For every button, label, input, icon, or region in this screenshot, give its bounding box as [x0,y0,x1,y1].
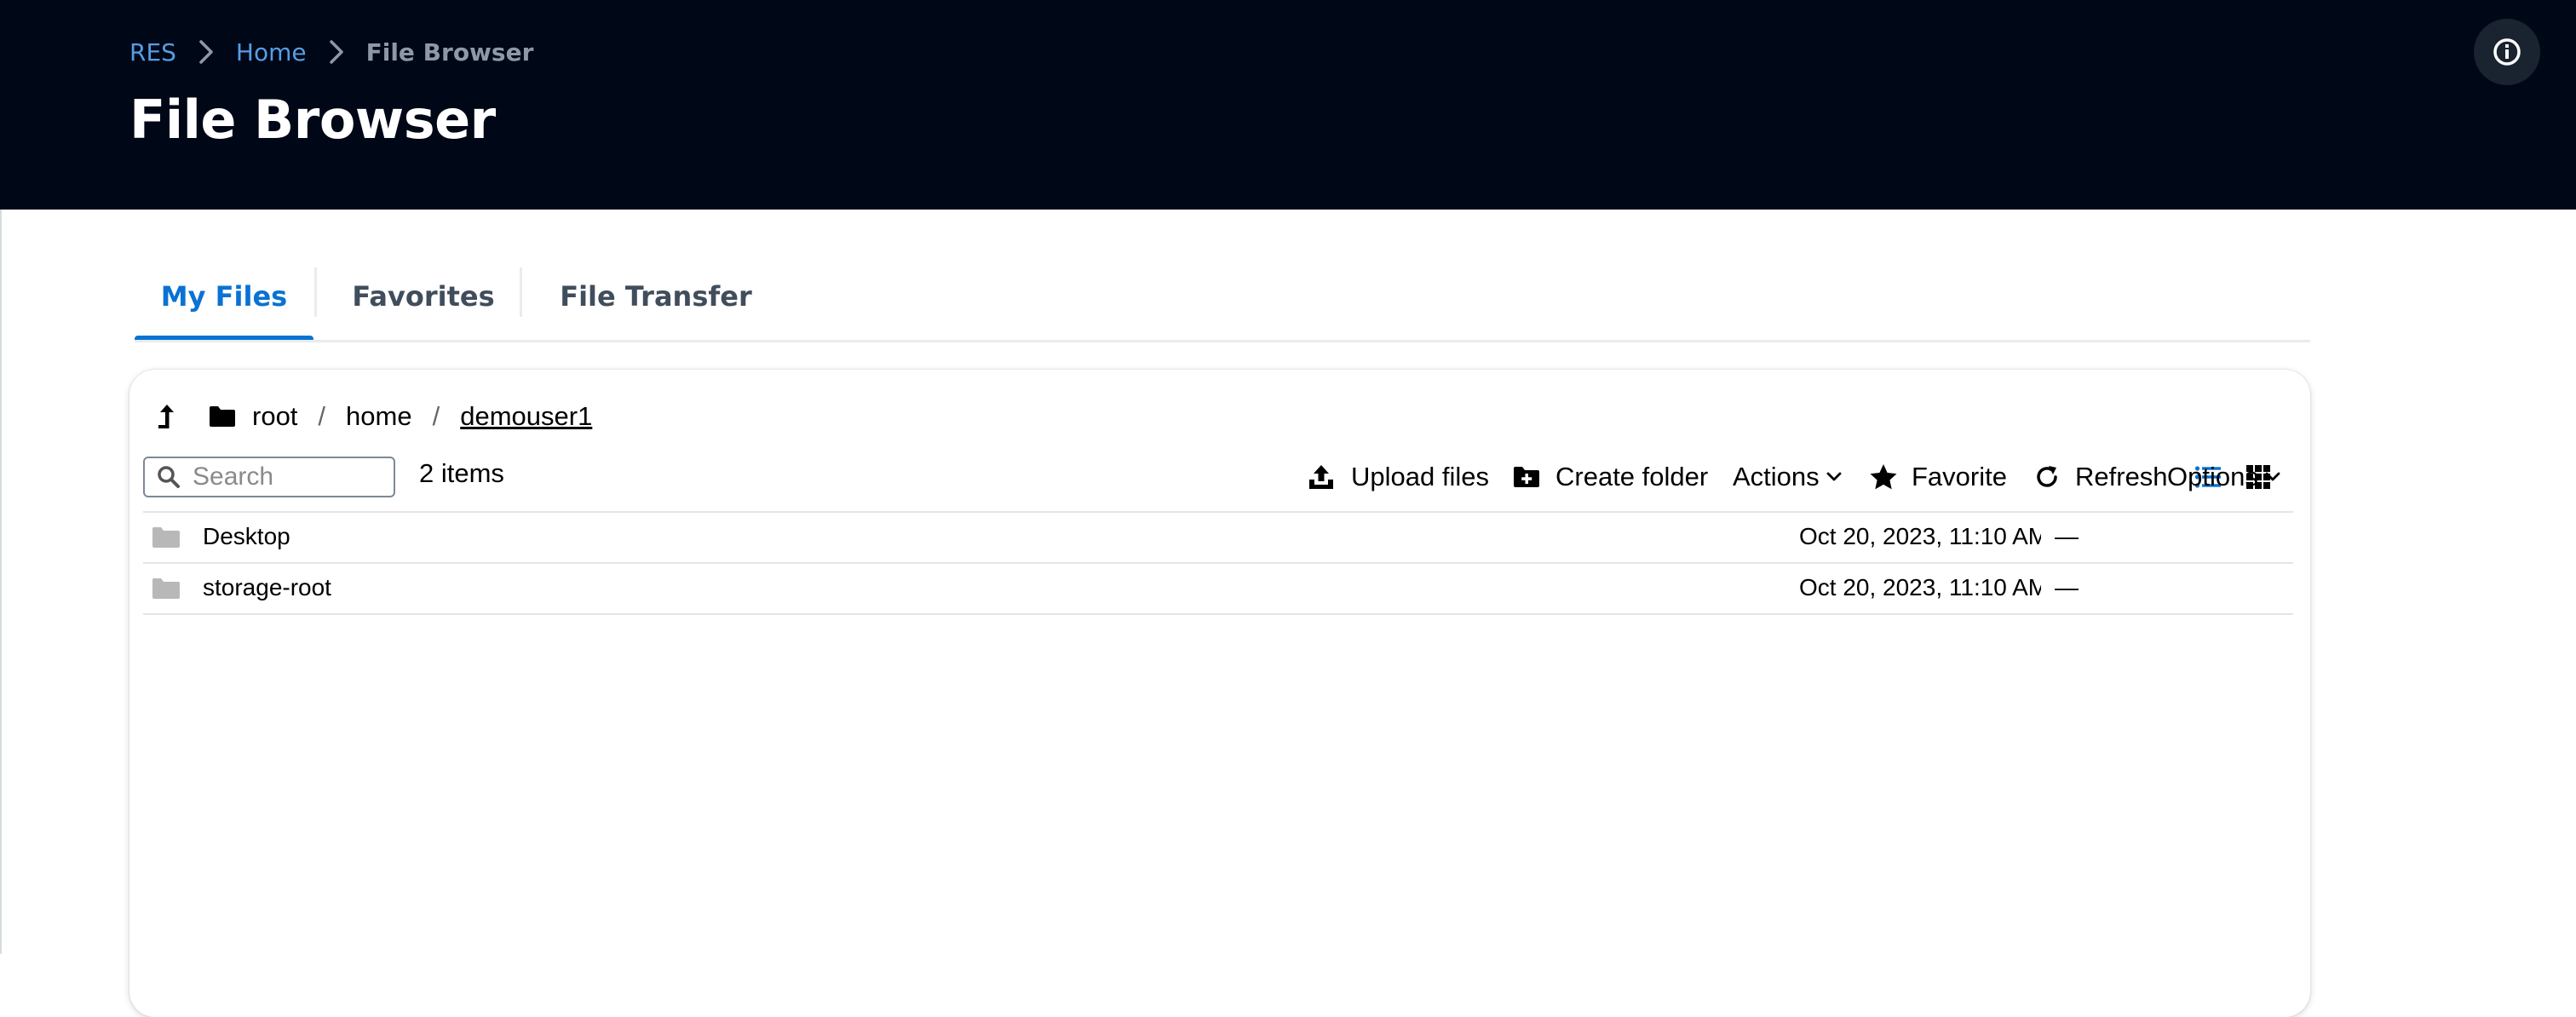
search-box[interactable] [143,457,395,497]
breadcrumb: RES Home File Browser [129,32,533,72]
options-label: Options [2167,462,2258,491]
path-segment-current[interactable]: demouser1 [460,401,592,432]
info-icon [2493,38,2521,66]
file-name: Desktop [203,523,290,549]
page-title: File Browser [129,89,496,151]
path-bar: root / home / demouser1 [155,394,592,440]
tab-bar: My Files Favorites File Transfer [135,256,2310,342]
chevron-down-icon [2265,472,2280,481]
star-icon [1870,464,1897,490]
chevron-right-icon [176,39,236,65]
file-size: — [2055,574,2079,600]
tab-divider [520,267,522,317]
breadcrumb-home[interactable]: Home [236,38,307,66]
path-separator: / [432,401,440,431]
upload-icon [1309,465,1333,489]
file-name: storage-root [203,574,331,600]
create-folder-label: Create folder [1555,462,1709,491]
folder-icon [152,527,180,548]
tab-underline [135,340,2310,342]
up-directory-button[interactable] [155,402,177,431]
item-count: 2 items [419,458,504,488]
path-segment-home[interactable]: home [346,401,412,432]
tab-file-transfer[interactable]: File Transfer [535,256,777,337]
actions-dropdown[interactable]: Actions [1733,455,1842,499]
file-size: — [2055,523,2079,549]
tab-favorites[interactable]: Favorites [329,256,518,337]
folder-plus-icon [1514,467,1539,487]
file-row[interactable]: Desktop Oct 20, 2023, 11:10 AM — [143,511,2293,562]
file-list: Desktop Oct 20, 2023, 11:10 AM — storage… [143,511,2293,615]
breadcrumb-current: File Browser [365,37,534,66]
info-button[interactable] [2474,19,2540,85]
search-input[interactable] [191,462,382,492]
path-separator: / [318,401,326,431]
page-header: RES Home File Browser File Browser [0,0,2576,210]
file-modified: Oct 20, 2023, 11:10 AM [1799,574,2041,600]
tab-divider [314,267,317,317]
upload-files-button[interactable]: Upload files [1307,455,1489,499]
favorite-button[interactable]: Favorite [1869,455,2007,499]
tab-label: File Transfer [560,280,752,313]
file-row[interactable]: storage-root Oct 20, 2023, 11:10 AM — [143,562,2293,615]
chevron-right-icon [307,39,366,65]
search-icon [158,466,180,488]
folder-icon [208,405,237,428]
file-toolbar: 2 items Upload files Create folder Actio… [143,450,2293,504]
upload-files-label: Upload files [1351,462,1489,491]
tab-label: My Files [160,280,288,313]
breadcrumb-res[interactable]: RES [129,38,176,66]
chevron-down-icon [1826,472,1842,481]
path-segment-root[interactable]: root [252,401,297,432]
file-browser-panel: root / home / demouser1 2 items Upload f… [129,370,2310,1017]
actions-label: Actions [1733,462,1820,491]
create-folder-button[interactable]: Create folder [1513,455,1708,499]
up-arrow-icon [158,405,174,428]
favorite-label: Favorite [1912,462,2007,491]
folder-icon [152,578,180,599]
refresh-icon [2037,466,2057,487]
tab-label: Favorites [352,280,495,313]
file-modified: Oct 20, 2023, 11:10 AM [1799,523,2041,549]
options-dropdown[interactable]: Options [2167,455,2280,499]
refresh-button[interactable]: Refresh [2034,455,2168,499]
refresh-label: Refresh [2075,462,2168,491]
tab-my-files[interactable]: My Files [135,256,313,342]
